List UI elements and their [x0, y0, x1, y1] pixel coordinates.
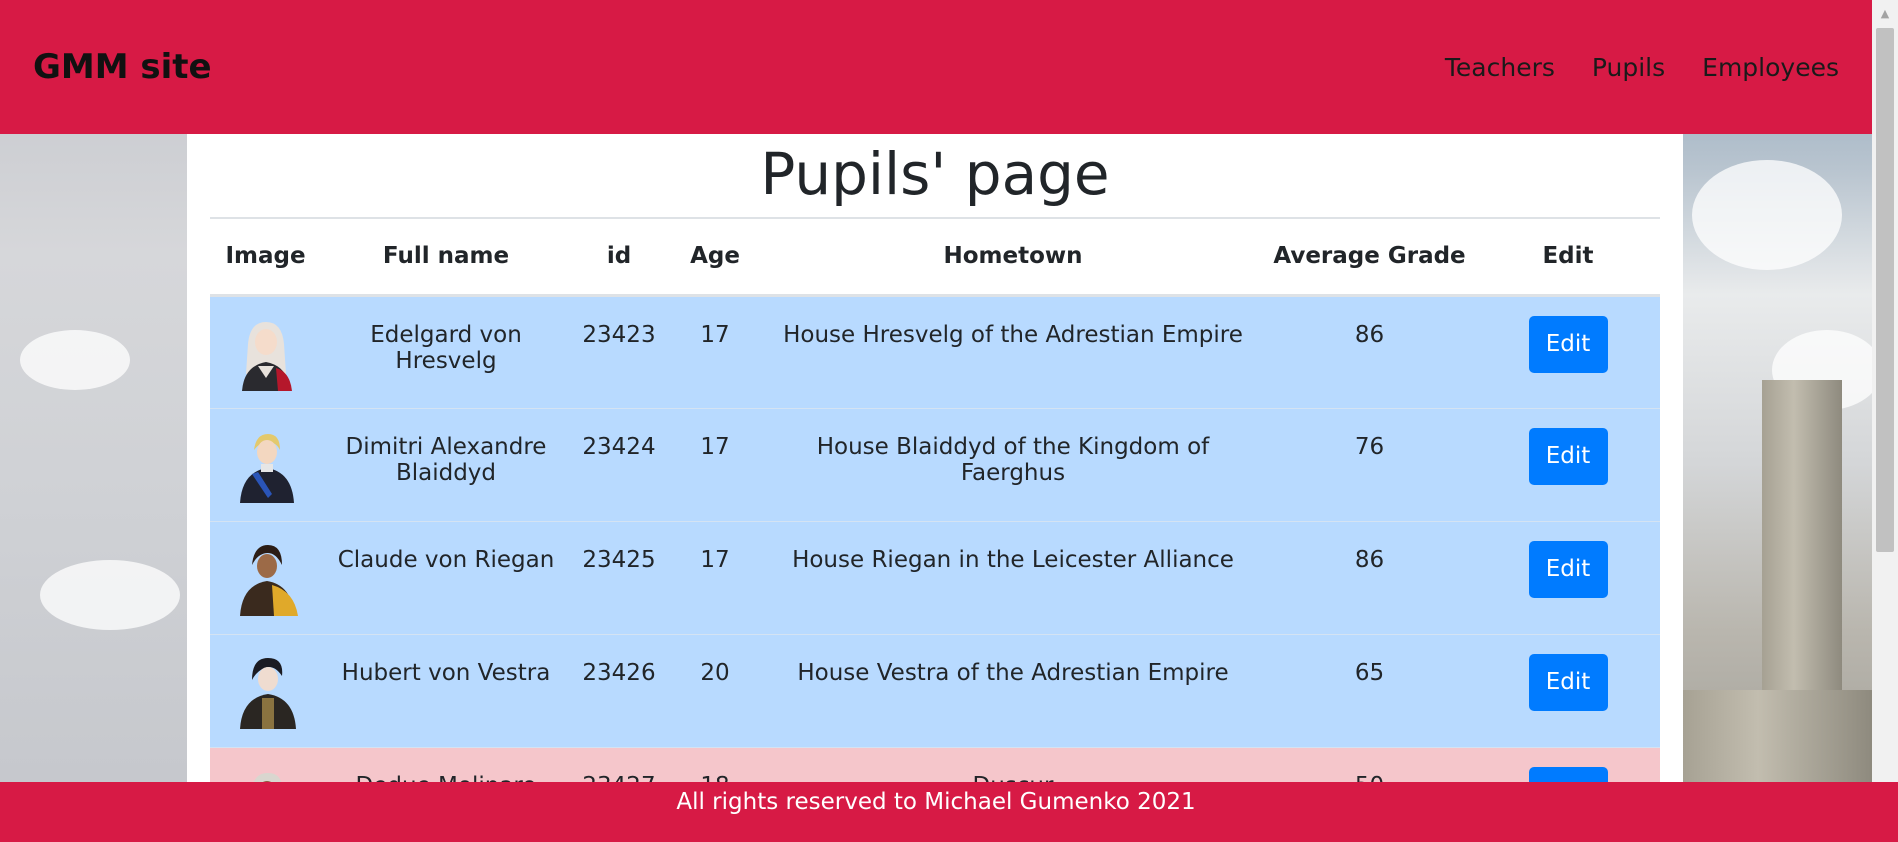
cell-age: 17 — [667, 407, 763, 521]
cell-age: 17 — [667, 520, 763, 634]
nav-links: Teachers Pupils Employees — [1445, 53, 1839, 82]
edit-cell: Edit — [1476, 294, 1660, 408]
cell-age: 20 — [667, 633, 763, 747]
table-row: Claude von Riegan 23425 17 House Riegan … — [210, 520, 1660, 634]
table-header-row: Image Full name id Age Hometown Average … — [210, 219, 1660, 297]
nav-link-pupils[interactable]: Pupils — [1592, 53, 1665, 82]
cell-hometown: House Vestra of the Adrestian Empire — [763, 633, 1263, 747]
footer: All rights reserved to Michael Gumenko 2… — [0, 782, 1898, 842]
header-full-name: Full name — [321, 219, 571, 297]
pupils-table: Image Full name id Age Hometown Average … — [210, 219, 1660, 842]
avatar — [228, 316, 303, 391]
edit-cell: Edit — [1476, 633, 1660, 747]
header-age: Age — [667, 219, 763, 297]
cell-hometown: House Hresvelg of the Adrestian Empire — [763, 294, 1263, 408]
header-average-grade: Average Grade — [1263, 219, 1476, 297]
cell-hometown: House Riegan in the Leicester Alliance — [763, 520, 1263, 634]
nav-link-employees[interactable]: Employees — [1702, 53, 1839, 82]
cell-id: 23425 — [571, 520, 667, 634]
cloud-shape — [1692, 160, 1842, 270]
navbar: GMM site Teachers Pupils Employees — [0, 0, 1872, 134]
table-row: Edelgard von Hresvelg 23423 17 House Hre… — [210, 294, 1660, 408]
edit-cell: Edit — [1476, 407, 1660, 521]
avatar-image — [240, 433, 294, 503]
avatar — [228, 428, 303, 503]
cell-average-grade: 65 — [1263, 633, 1476, 747]
table-row: Hubert von Vestra 23426 20 House Vestra … — [210, 633, 1660, 747]
cell-hometown: House Blaiddyd of the Kingdom of Faerghu… — [763, 407, 1263, 521]
image-cell — [210, 520, 321, 634]
cell-full-name: Hubert von Vestra — [321, 633, 571, 747]
cell-id: 23424 — [571, 407, 667, 521]
header-hometown: Hometown — [763, 219, 1263, 297]
avatar-image — [242, 321, 292, 391]
footer-text: All rights reserved to Michael Gumenko 2… — [676, 789, 1196, 815]
image-cell — [210, 407, 321, 521]
edit-button[interactable]: Edit — [1528, 653, 1608, 711]
page-title: Pupils' page — [210, 134, 1660, 219]
edit-button[interactable]: Edit — [1528, 540, 1608, 598]
cloud-shape — [40, 560, 180, 630]
scrollbar-thumb[interactable] — [1876, 28, 1894, 552]
edit-button[interactable]: Edit — [1528, 427, 1608, 485]
avatar-image — [240, 657, 296, 729]
cell-id: 23423 — [571, 294, 667, 408]
cell-id: 23426 — [571, 633, 667, 747]
main-container: Pupils' page Image Full name id Age Home… — [187, 134, 1683, 842]
image-cell — [210, 633, 321, 747]
header-image: Image — [210, 219, 321, 297]
avatar — [228, 654, 303, 729]
edit-button[interactable]: Edit — [1528, 315, 1608, 373]
header-edit: Edit — [1476, 219, 1660, 297]
cloud-shape — [20, 330, 130, 390]
vertical-scrollbar[interactable]: ▲ — [1872, 0, 1898, 842]
cell-full-name: Dimitri Alexandre Blaiddyd — [321, 407, 571, 521]
cell-age: 17 — [667, 294, 763, 408]
edit-cell: Edit — [1476, 520, 1660, 634]
nav-link-teachers[interactable]: Teachers — [1445, 53, 1555, 82]
scroll-up-arrow-icon[interactable]: ▲ — [1872, 0, 1898, 26]
avatar — [228, 541, 303, 616]
image-cell — [210, 294, 321, 408]
cell-full-name: Claude von Riegan — [321, 520, 571, 634]
avatar-image — [240, 544, 298, 616]
cell-average-grade: 86 — [1263, 520, 1476, 634]
cell-average-grade: 76 — [1263, 407, 1476, 521]
cell-full-name: Edelgard von Hresvelg — [321, 294, 571, 408]
header-id: id — [571, 219, 667, 297]
brand-logo[interactable]: GMM site — [33, 47, 212, 87]
table-row: Dimitri Alexandre Blaiddyd 23424 17 Hous… — [210, 407, 1660, 521]
cell-average-grade: 86 — [1263, 294, 1476, 408]
